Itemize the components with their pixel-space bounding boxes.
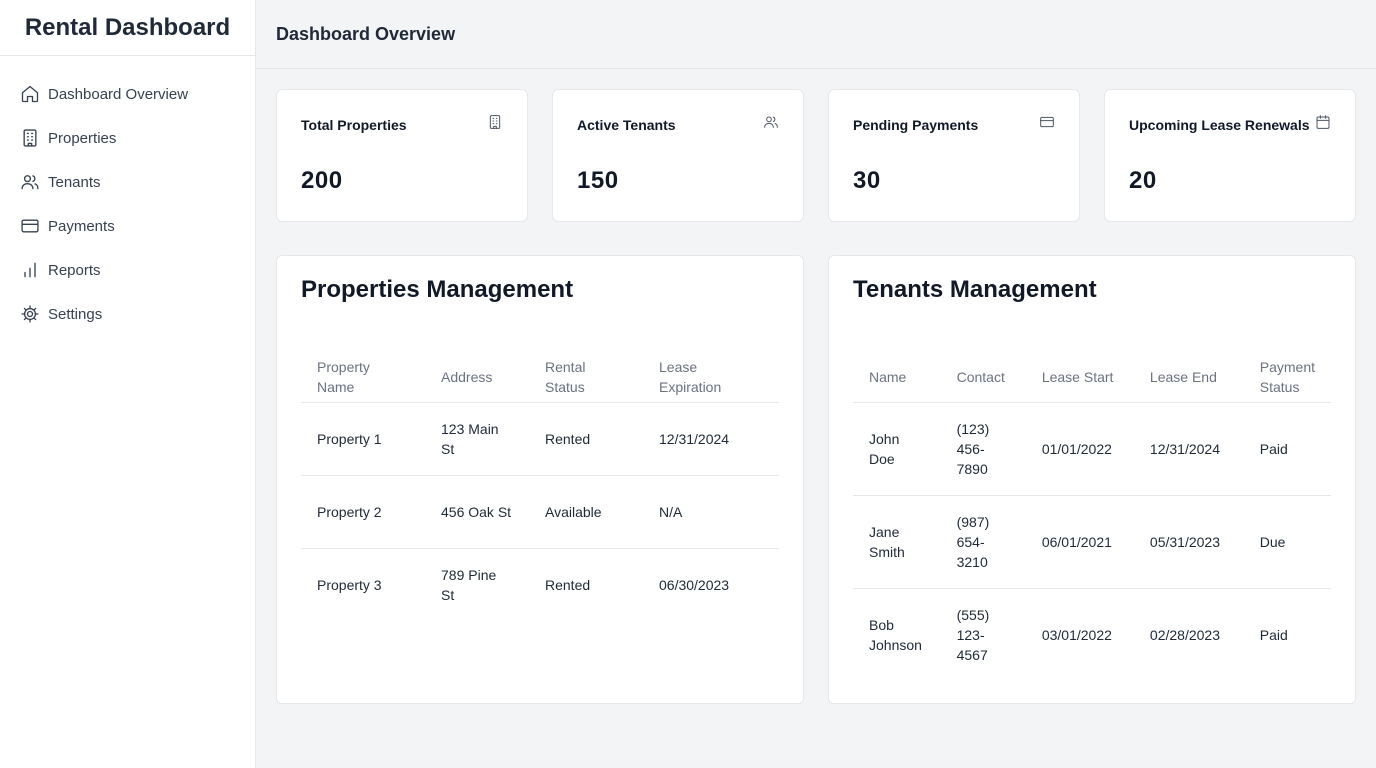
sidebar-item-label: Dashboard Overview: [48, 85, 189, 103]
sidebar-item-tenants[interactable]: Tenants: [0, 160, 255, 204]
stat-title: Active Tenants: [577, 116, 676, 133]
stat-title: Total Properties: [301, 116, 407, 133]
table-cell: 06/30/2023: [659, 576, 730, 593]
building-icon: [487, 114, 503, 135]
sidebar-item-settings[interactable]: Settings: [0, 292, 255, 336]
stat-card-pending-payments: Pending Payments 30: [828, 89, 1080, 222]
calendar-icon: [1315, 114, 1331, 135]
table-row: Bob Johnson (555) 123-4567 03/01/2022 02…: [853, 588, 1331, 681]
stat-value: 150: [577, 167, 619, 194]
column-header: Lease Start: [1025, 352, 1134, 403]
bar-chart-icon: [20, 260, 40, 280]
table-cell: (987) 654-3210: [940, 495, 1026, 589]
column-header: Property Name: [301, 352, 425, 403]
table-row: Property 1 123 Main St Rented 12/31/2024: [301, 402, 779, 476]
table-cell: Rented: [545, 576, 591, 593]
column-header: Address: [425, 352, 529, 403]
sidebar-item-payments[interactable]: Payments: [0, 204, 255, 248]
sidebar-item-label: Payments: [48, 217, 115, 235]
column-header: Lease Expiration: [643, 352, 779, 403]
page-title: Dashboard Overview: [256, 0, 1376, 69]
table-cell: (123) 456-7890: [940, 402, 1026, 496]
table-cell: Due: [1243, 495, 1331, 589]
sidebar-item-dashboard-overview[interactable]: Dashboard Overview: [0, 72, 255, 116]
table-cell: 03/01/2022: [1041, 626, 1112, 643]
tenants-panel: Tenants Management Name Contact Lease St…: [828, 255, 1356, 704]
table-cell: 789 Pine St: [441, 566, 497, 603]
column-header: Name: [853, 352, 941, 403]
sidebar-item-label: Settings: [48, 305, 103, 323]
building-icon: [20, 128, 40, 148]
stat-value: 200: [301, 167, 343, 194]
stat-title: Pending Payments: [853, 116, 979, 133]
stat-value: 20: [1129, 167, 1157, 194]
properties-table: Property Name Address Rental Status Leas…: [301, 352, 779, 621]
stat-card-active-tenants: Active Tenants 150: [552, 89, 804, 222]
users-icon: [20, 172, 40, 192]
table-cell: Available: [529, 475, 643, 549]
sidebar-item-label: Tenants: [48, 173, 101, 191]
table-header-row: Name Contact Lease Start Lease End Payme…: [853, 352, 1331, 403]
panels-row: Properties Management Property Name Addr…: [276, 255, 1356, 704]
column-header: Contact: [940, 352, 1026, 403]
stat-card-total-properties: Total Properties 200: [276, 89, 528, 222]
tenants-panel-title: Tenants Management: [853, 276, 1097, 303]
sidebar-item-label: Properties: [48, 129, 117, 147]
table-cell: 12/31/2024: [643, 402, 779, 476]
table-cell: John Doe: [853, 402, 941, 496]
stat-value: 30: [853, 167, 881, 194]
table-row: John Doe (123) 456-7890 01/01/2022 12/31…: [853, 402, 1331, 496]
stat-card-upcoming-lease-renewals: Upcoming Lease Renewals 20: [1104, 89, 1356, 222]
gear-icon: [20, 304, 40, 324]
column-header: Rental Status: [529, 352, 643, 403]
table-cell: Property 3: [317, 576, 382, 593]
column-header: Payment Status: [1243, 352, 1331, 403]
table-header-row: Property Name Address Rental Status Leas…: [301, 352, 779, 403]
sidebar-nav: Dashboard Overview Properties Tenants Pa…: [0, 56, 255, 336]
sidebar-item-reports[interactable]: Reports: [0, 248, 255, 292]
stats-row: Total Properties 200 Active Tenants 150: [276, 89, 1356, 222]
table-cell: 456 Oak St: [425, 475, 529, 549]
table-cell: Property 2: [301, 475, 425, 549]
table-cell: 01/01/2022: [1025, 402, 1134, 496]
table-cell: 123 Main St: [425, 402, 529, 476]
table-row: Property 3 789 Pine St Rented 06/30/2023: [301, 548, 779, 621]
home-icon: [20, 84, 40, 104]
content: Total Properties 200 Active Tenants 150: [256, 69, 1376, 704]
table-cell: 02/28/2023: [1149, 626, 1220, 643]
credit-card-icon: [1039, 114, 1055, 135]
table-cell: Paid: [1243, 402, 1331, 496]
table-cell: Bob Johnson: [869, 616, 922, 653]
table-cell: Rented: [529, 402, 643, 476]
properties-panel: Properties Management Property Name Addr…: [276, 255, 804, 704]
table-cell: 05/31/2023: [1133, 495, 1244, 589]
table-cell: Property 1: [301, 402, 425, 476]
tenants-table: Name Contact Lease Start Lease End Payme…: [853, 352, 1331, 681]
table-cell: 12/31/2024: [1133, 402, 1244, 496]
app-title: Rental Dashboard: [0, 0, 255, 56]
table-cell: N/A: [643, 475, 779, 549]
main-area: Dashboard Overview Total Properties 200 …: [256, 0, 1376, 768]
column-header: Lease End: [1133, 352, 1244, 403]
table-cell: 06/01/2021: [1025, 495, 1134, 589]
credit-card-icon: [20, 216, 40, 236]
sidebar: Rental Dashboard Dashboard Overview Prop…: [0, 0, 256, 768]
sidebar-item-properties[interactable]: Properties: [0, 116, 255, 160]
stat-title: Upcoming Lease Renewals: [1129, 116, 1310, 133]
users-icon: [763, 114, 779, 135]
table-row: Property 2 456 Oak St Available N/A: [301, 475, 779, 549]
properties-panel-title: Properties Management: [301, 276, 574, 303]
sidebar-item-label: Reports: [48, 261, 101, 279]
table-cell: (555) 123-4567: [956, 606, 990, 663]
table-row: Jane Smith (987) 654-3210 06/01/2021 05/…: [853, 495, 1331, 589]
table-cell: Jane Smith: [853, 495, 941, 589]
table-cell: Paid: [1259, 626, 1288, 643]
